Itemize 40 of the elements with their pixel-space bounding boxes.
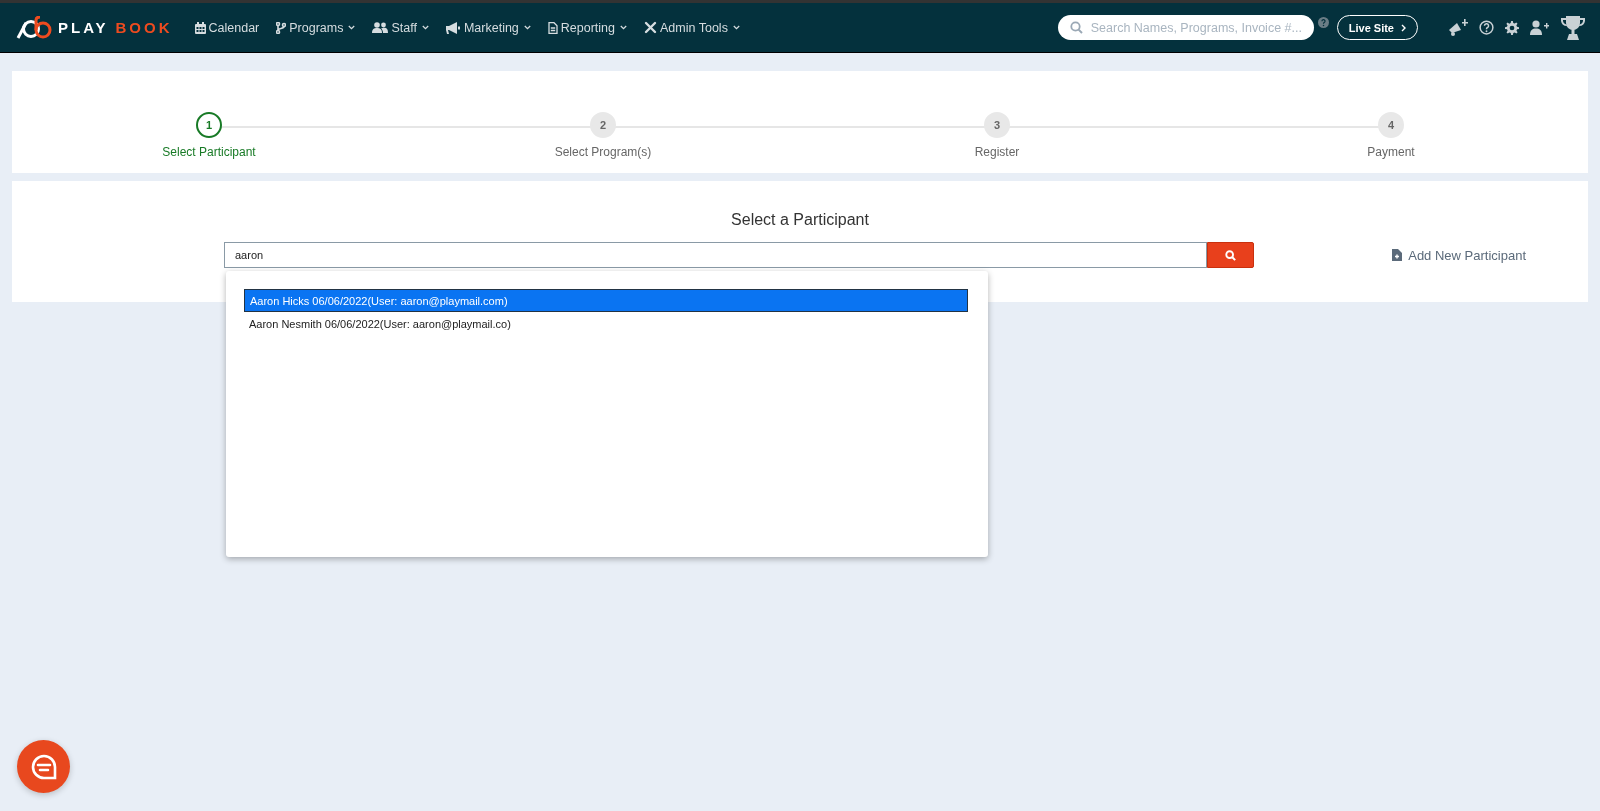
nav-menu-item[interactable]: Staff [372,20,429,35]
logo-icon [16,15,52,40]
settings-icon[interactable] [1505,20,1519,35]
document-icon [547,21,558,34]
nav-menu-item[interactable]: Programs [276,20,356,35]
suggestion-item[interactable]: Aaron Hicks 06/06/2022(User: aaron@playmail.com) [244,289,968,312]
add-participant-link[interactable]: Add New Participant [1392,247,1526,263]
megaphone-plus-icon[interactable] [1448,18,1468,37]
help-icon[interactable] [1479,20,1494,35]
step-label: Select Program(s) [554,145,652,159]
nav-menu-item[interactable]: Marketing [445,20,531,35]
step-label: Select Participant [162,145,256,159]
logo-text: PLAY [58,19,109,36]
users-icon [372,22,389,33]
step-label: Payment [1367,145,1415,159]
add-user-icon[interactable] [1530,20,1549,35]
search-field[interactable]: Search Names, Programs, Invoice #... [1057,15,1314,40]
nav-menu-item[interactable]: Admin Tools [644,20,740,35]
step-number: 3 [984,112,1010,138]
search-icon [1069,21,1083,34]
step-number: 4 [1378,112,1404,138]
nav-menu-item[interactable]: Calendar [194,20,260,35]
file-plus-icon [1392,249,1403,261]
nav-menu-item[interactable]: Reporting [547,20,628,35]
chat-button[interactable] [17,740,70,793]
participant-search-field[interactable]: aaron [224,242,1207,268]
search-button[interactable] [1207,242,1254,268]
search-icon [1225,249,1236,261]
trophy-icon[interactable] [1560,15,1586,40]
calendar-icon [194,21,206,34]
logo-text: BOOK [115,19,173,36]
panel-title: Select a Participant [730,210,870,229]
chat-icon [29,752,58,781]
chevron-icon [1401,23,1406,32]
megaphone-icon [445,21,461,34]
branch-icon [276,21,287,34]
step-label: Register [974,145,1020,159]
step-number: 1 [196,112,222,138]
suggestion-item[interactable]: Aaron Nesmith 06/06/2022(User: aaron@playmail.co) [244,312,968,335]
step-number: 2 [590,112,616,138]
